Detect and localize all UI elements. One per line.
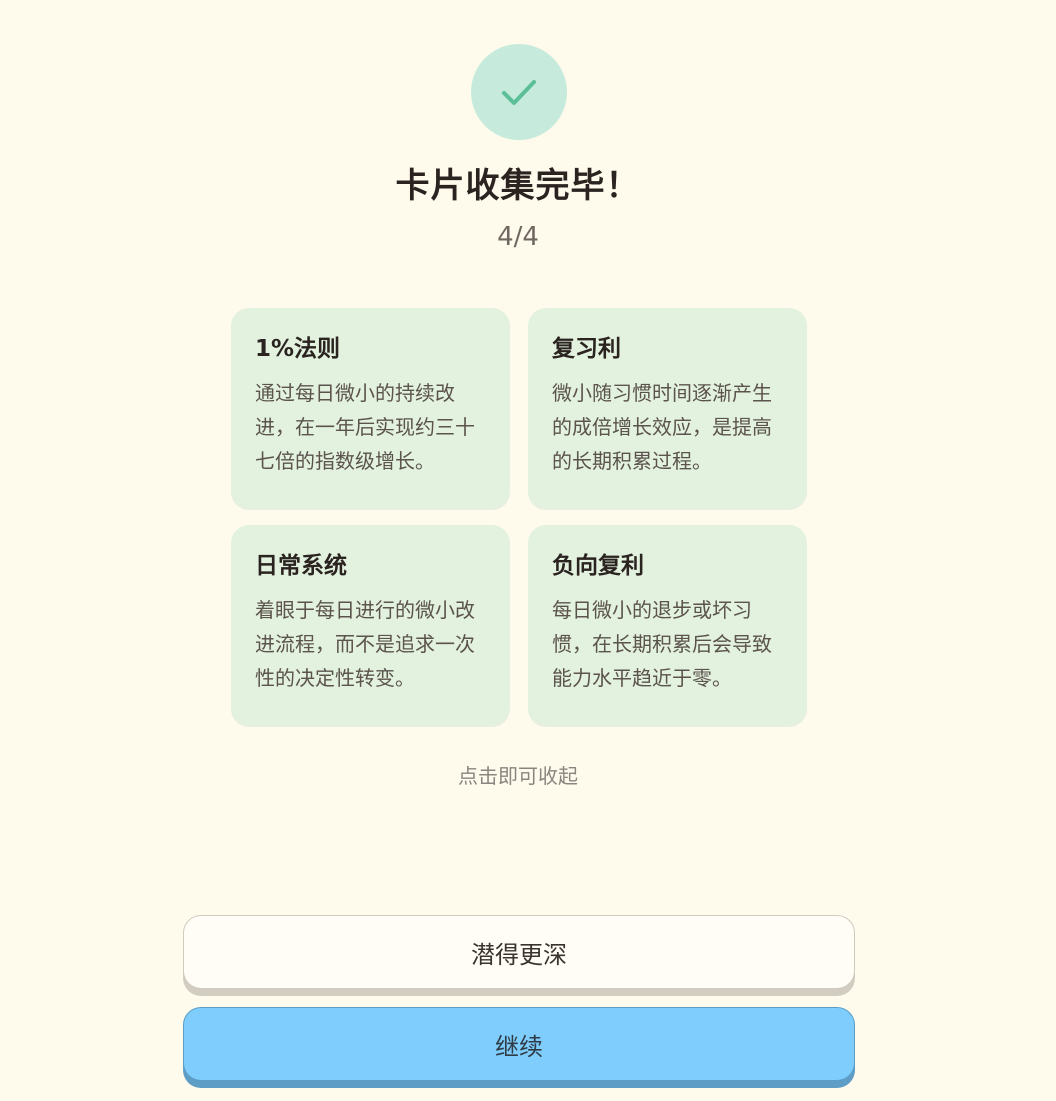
concept-card[interactable]: 日常系统 着眼于每日进行的微小改进流程，而不是追求一次性的决定性转变。 [231,525,510,724]
continue-button[interactable]: 继续 [183,1007,855,1081]
page-title: 卡片收集完毕！ [395,166,641,206]
card-description: 每日微小的退步或坏习惯，在长期积累后会导致能力水平趋近于零。 [552,598,772,690]
success-badge [471,44,567,140]
dive-deeper-button[interactable]: 潜得更深 [183,915,855,989]
card-title: 日常系统 [255,553,347,579]
card-description: 微小随习惯时间逐渐产生的成倍增长效应，是提高的长期积累过程。 [552,381,772,473]
card-description: 着眼于每日进行的微小改进流程，而不是追求一次性的决定性转变。 [255,598,475,690]
card-title: 负向复利 [552,553,644,579]
concept-card[interactable]: 1%法则 通过每日微小的持续改进，在一年后实现约三十七倍的指数级增长。 [231,308,510,507]
concept-card[interactable]: 复习利 微小随习惯时间逐渐产生的成倍增长效应，是提高的长期积累过程。 [528,308,807,507]
card-description: 通过每日微小的持续改进，在一年后实现约三十七倍的指数级增长。 [255,381,475,473]
concept-card[interactable]: 负向复利 每日微小的退步或坏习惯，在长期积累后会导致能力水平趋近于零。 [528,525,807,724]
progress-counter: 4/4 [497,222,539,252]
card-title: 复习利 [552,336,621,362]
collapse-hint-link[interactable]: 点击即可收起 [0,760,1036,789]
card-title: 1%法则 [255,336,341,362]
check-icon [502,80,536,105]
card-grid: 1%法则 通过每日微小的持续改进，在一年后实现约三十七倍的指数级增长。 复习利 … [231,308,807,724]
